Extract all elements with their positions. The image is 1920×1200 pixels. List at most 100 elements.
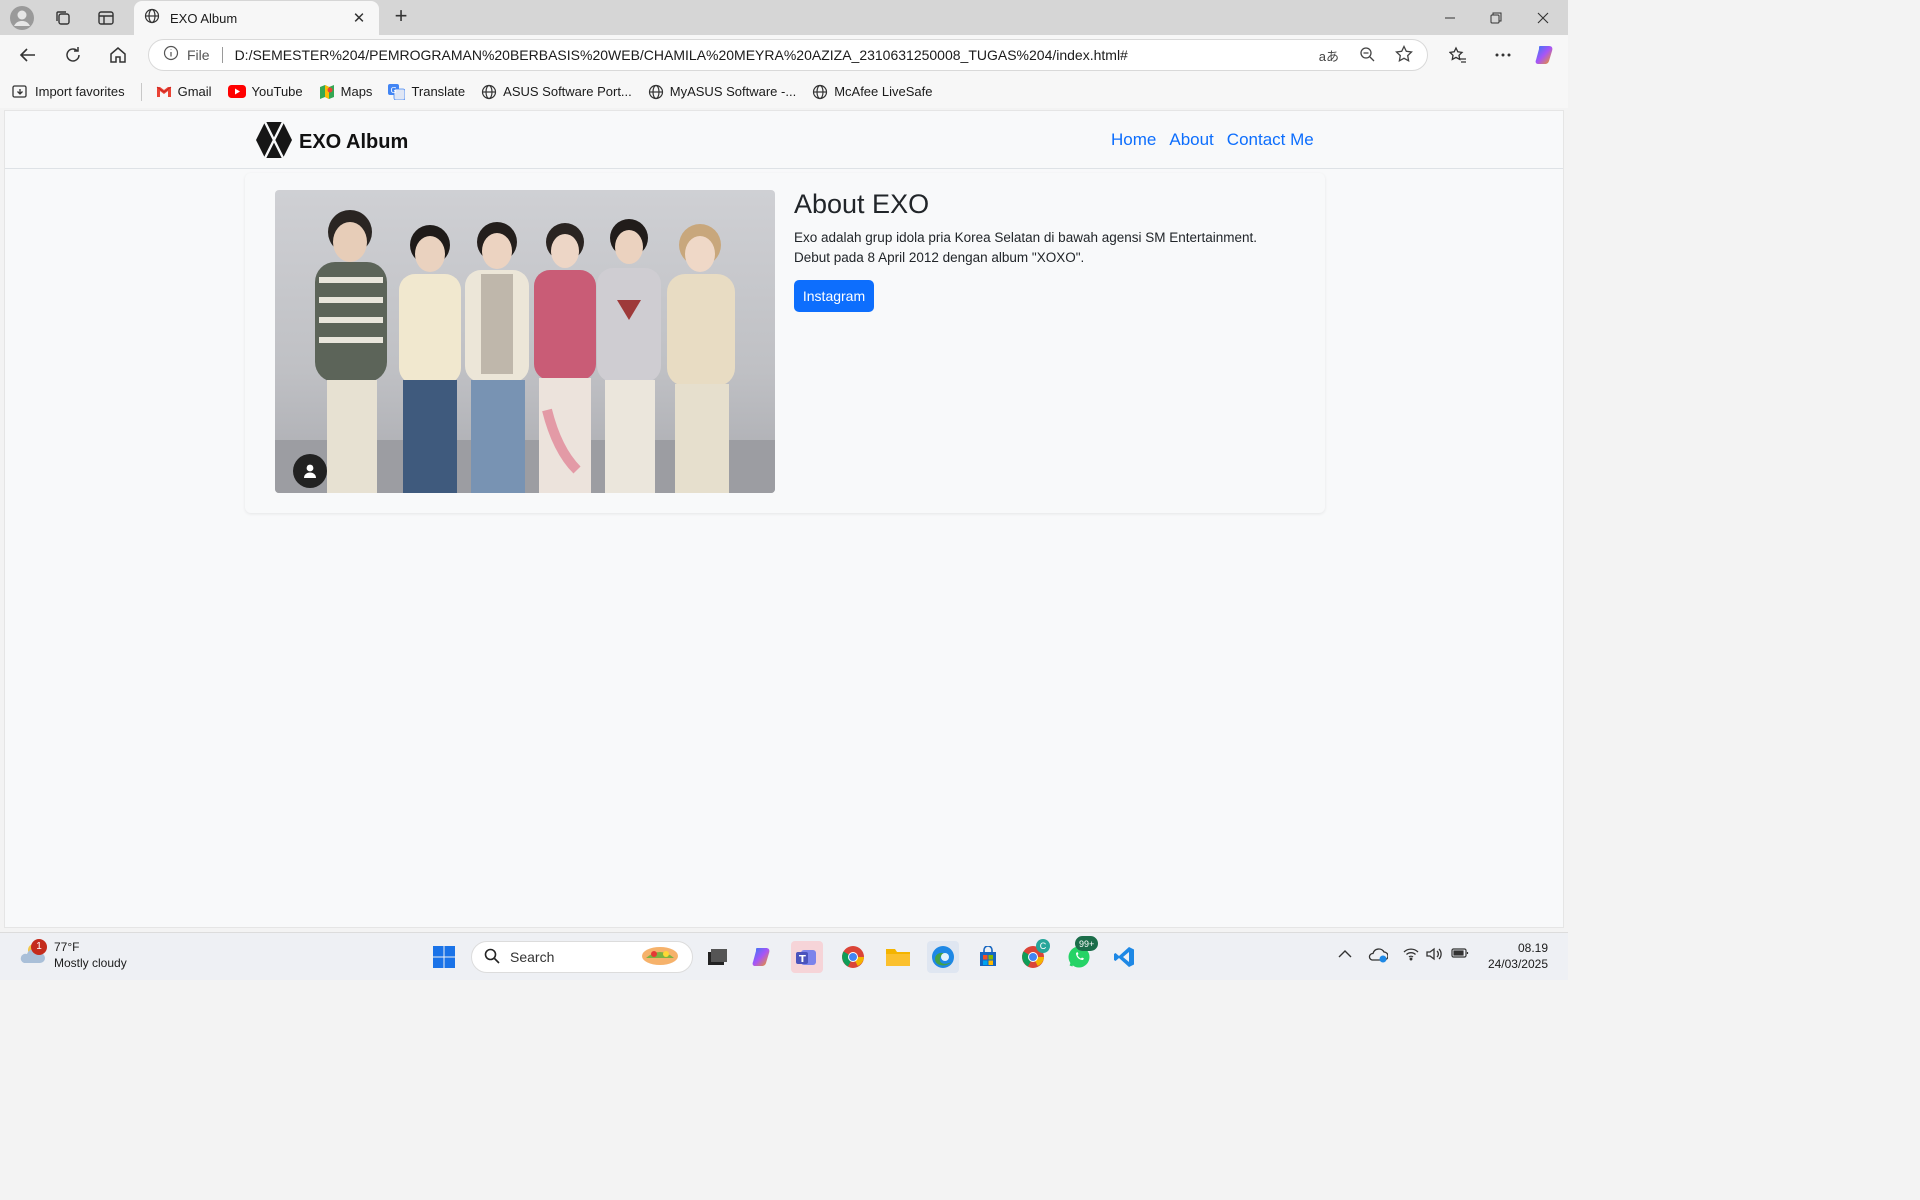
copilot-app-icon[interactable] (747, 941, 779, 973)
youtube-icon (227, 85, 246, 98)
windows-taskbar: 1 77°F Mostly cloudy Search T C 99+ 08.1… (0, 932, 1568, 980)
close-window-button[interactable] (1520, 0, 1566, 35)
fav-label: ASUS Software Port... (503, 84, 632, 99)
fav-label: YouTube (251, 84, 303, 99)
volume-icon[interactable] (1426, 947, 1442, 964)
home-button[interactable] (103, 41, 133, 69)
taskbar-search[interactable]: Search (471, 941, 693, 973)
brand-title: EXO Album (299, 131, 409, 153)
globe-icon (144, 8, 160, 29)
translate-page-icon[interactable]: aあ (1319, 46, 1339, 65)
globe-icon (648, 84, 664, 100)
new-tab-button[interactable]: + (388, 4, 414, 30)
copilot-icon[interactable] (1531, 41, 1561, 69)
exo-logo-icon (255, 121, 293, 164)
tab-active[interactable]: EXO Album ✕ (134, 1, 379, 35)
vscode-icon[interactable] (1108, 941, 1140, 973)
microsoft-store-icon[interactable] (972, 941, 1004, 973)
cloud-icon: 1 (18, 938, 47, 970)
chrome-icon[interactable] (837, 941, 869, 973)
chrome-profile-icon[interactable]: C (1017, 939, 1050, 973)
fav-label: MyASUS Software -... (669, 84, 797, 99)
tab-title: EXO Album (170, 10, 238, 26)
import-icon (12, 84, 29, 99)
battery-icon[interactable] (1451, 947, 1469, 962)
weather-widget[interactable]: 1 77°F Mostly cloudy (18, 938, 127, 971)
whatsapp-icon[interactable]: 99+ (1063, 936, 1099, 973)
site-nav-links: Home About Contact Me (1111, 130, 1314, 150)
search-label: Search (510, 949, 555, 965)
show-hidden-icons[interactable] (1338, 947, 1352, 962)
search-icon (484, 948, 500, 967)
fav-youtube[interactable]: YouTube (227, 84, 303, 99)
minimize-button[interactable] (1427, 0, 1473, 35)
globe-icon (481, 84, 497, 100)
wifi-icon[interactable] (1403, 947, 1419, 964)
favorites-bar: Import favorites Gmail YouTube Maps G Tr… (0, 75, 1568, 108)
page-viewport: EXO Album Home About Contact Me About EX… (4, 110, 1564, 928)
group-photo (275, 190, 775, 493)
fav-gmail[interactable]: Gmail (156, 84, 212, 99)
svg-text:G: G (391, 86, 397, 95)
gmail-icon (156, 86, 172, 98)
instagram-button[interactable]: Instagram (794, 280, 874, 312)
more-menu-icon[interactable] (1488, 41, 1518, 69)
profile-icon[interactable] (9, 5, 35, 31)
refresh-button[interactable] (58, 41, 88, 69)
user-avatar-icon[interactable] (293, 454, 327, 488)
clock-time: 08.19 (1517, 941, 1548, 955)
back-button[interactable] (13, 41, 43, 69)
whatsapp-badge: 99+ (1075, 936, 1099, 951)
fav-import-favorites[interactable]: Import favorites (12, 84, 125, 99)
file-explorer-icon[interactable] (882, 941, 914, 973)
fav-translate[interactable]: G Translate (388, 83, 466, 100)
restore-button[interactable] (1473, 0, 1519, 35)
divider (140, 82, 142, 101)
info-icon[interactable] (163, 45, 179, 66)
site-brand[interactable]: EXO Album (255, 121, 408, 164)
weather-notification-badge: 1 (31, 938, 47, 955)
close-tab-icon[interactable]: ✕ (349, 9, 369, 27)
fav-mcafee-livesafe[interactable]: McAfee LiveSafe (812, 84, 932, 100)
url-scheme-label: File (187, 47, 210, 63)
about-heading: About EXO (794, 189, 930, 219)
maps-icon (319, 84, 335, 100)
fav-myasus-software[interactable]: MyASUS Software -... (648, 84, 796, 100)
weather-temp: 77°F (54, 940, 80, 954)
zoom-out-icon[interactable] (1359, 46, 1375, 65)
chrome-profile-badge: C (1036, 939, 1050, 953)
fav-maps[interactable]: Maps (319, 84, 373, 100)
fav-label: Gmail (177, 84, 212, 99)
workspaces-icon[interactable] (50, 5, 76, 31)
browser-title-bar: EXO Album ✕ + (0, 0, 1568, 35)
fav-label: McAfee LiveSafe (834, 84, 933, 99)
fav-label: Import favorites (35, 84, 125, 99)
about-card: About EXO Exo adalah grup idola pria Kor… (245, 173, 1325, 513)
favorites-icon[interactable] (1443, 41, 1473, 69)
fav-label: Translate (411, 84, 466, 99)
nav-contact-link[interactable]: Contact Me (1227, 130, 1314, 150)
nav-about-link[interactable]: About (1169, 130, 1213, 150)
vertical-tabs-icon[interactable] (93, 5, 119, 31)
favorite-star-icon[interactable] (1395, 44, 1413, 66)
divider (221, 47, 223, 63)
translate-icon: G (388, 83, 406, 100)
about-description: Exo adalah grup idola pria Korea Selatan… (794, 230, 1258, 265)
site-navbar: EXO Album Home About Contact Me (5, 111, 1563, 169)
onedrive-sync-icon[interactable] (1368, 947, 1389, 966)
edge-icon[interactable] (927, 941, 959, 973)
svg-text:T: T (799, 954, 806, 965)
teams-icon[interactable]: T (791, 941, 823, 973)
system-clock[interactable]: 08.19 24/03/2025 (1478, 940, 1548, 972)
weather-desc: Mostly cloudy (54, 956, 127, 970)
clock-date: 24/03/2025 (1487, 957, 1548, 971)
url-text[interactable]: D:/SEMESTER%204/PEMROGRAMAN%20BERBASIS%2… (235, 47, 1319, 63)
nav-home-link[interactable]: Home (1111, 130, 1156, 150)
fav-label: Maps (340, 84, 373, 99)
fav-asus-software-portal[interactable]: ASUS Software Port... (481, 84, 632, 100)
address-bar[interactable]: File D:/SEMESTER%204/PEMROGRAMAN%20BERBA… (148, 39, 1428, 71)
globe-icon (812, 84, 828, 100)
task-view-icon[interactable] (701, 941, 733, 973)
start-button[interactable] (428, 941, 460, 973)
search-highlight-icon (640, 944, 680, 971)
